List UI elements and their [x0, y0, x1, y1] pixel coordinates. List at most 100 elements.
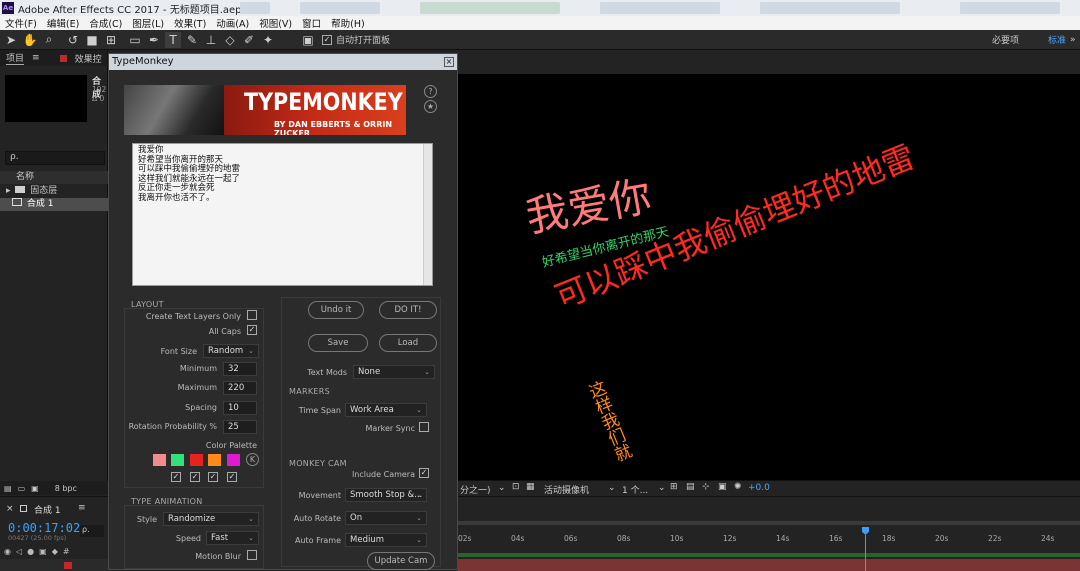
menu-effect[interactable]: 效果(T) — [169, 16, 211, 30]
fast-preview-icon[interactable]: ⊞ — [670, 482, 678, 492]
workspace-more[interactable]: » — [1070, 35, 1076, 45]
include-camera-checkbox[interactable]: ✓ — [419, 468, 429, 478]
new-folder-icon[interactable]: ▭ — [18, 484, 26, 493]
color-swatch-2[interactable] — [171, 454, 184, 466]
auto-frame-select[interactable]: Medium ⌄ — [345, 533, 427, 547]
timeline-tab[interactable]: 合成 1 — [34, 503, 61, 516]
tab-effects[interactable]: 效果控 — [75, 52, 102, 65]
minimum-input[interactable]: 32 — [223, 362, 257, 376]
color-check-3[interactable]: ✓ — [208, 472, 218, 482]
flowchart-icon[interactable]: ⊹ — [702, 482, 710, 492]
color-check-2[interactable]: ✓ — [190, 472, 200, 482]
menu-window[interactable]: 窗口 — [297, 16, 326, 30]
create-text-layers-checkbox[interactable] — [247, 310, 257, 320]
all-caps-checkbox[interactable]: ✓ — [247, 325, 257, 335]
movement-select[interactable]: Smooth Stop &... ⌄ — [345, 488, 427, 502]
type-tool-icon[interactable]: T — [165, 31, 181, 48]
transparency-grid-icon[interactable]: ▦ — [526, 482, 535, 492]
expand-arrow-icon[interactable]: ▸ — [6, 186, 11, 196]
workspace-standard[interactable]: 标准 — [1048, 33, 1066, 46]
resolution-select[interactable]: 分之一) — [460, 483, 491, 496]
eye-icon[interactable]: ◉ — [4, 547, 11, 556]
auto-open-panel-checkbox[interactable]: ✓ — [322, 34, 332, 45]
rotate-tool-icon[interactable]: ↺ — [65, 32, 81, 48]
font-size-select[interactable]: Random ⌄ — [203, 344, 259, 358]
style-select[interactable]: Randomize ⌄ — [163, 512, 259, 526]
exposure-value[interactable]: +0.0 — [748, 483, 770, 493]
text-mods-select[interactable]: None ⌄ — [353, 365, 435, 379]
pan-behind-tool-icon[interactable]: ⊞ — [103, 32, 119, 48]
playhead-icon[interactable] — [862, 527, 869, 535]
brush-tool-icon[interactable]: ✎ — [184, 32, 200, 48]
maximum-input[interactable]: 220 — [223, 381, 257, 395]
timecode[interactable]: 0:00:17:02 — [8, 521, 80, 535]
color-swatch-5[interactable] — [227, 454, 240, 466]
roto-brush-tool-icon[interactable]: ✐ — [241, 32, 257, 48]
label-icon[interactable]: ◆ — [52, 547, 58, 556]
new-comp-icon[interactable]: ▣ — [31, 484, 39, 493]
close-icon[interactable]: × — [444, 57, 454, 67]
color-swatch-4[interactable] — [208, 454, 221, 466]
tab-project[interactable]: 项目 — [6, 51, 25, 65]
interpret-footage-icon[interactable]: ▤ — [4, 484, 12, 493]
project-search-input[interactable]: ρ. — [5, 151, 105, 165]
solo-icon[interactable]: ● — [27, 547, 34, 556]
menu-edit[interactable]: 编辑(E) — [42, 16, 84, 30]
timeline-close-icon[interactable]: × — [6, 504, 14, 514]
menu-composition[interactable]: 合成(C) — [84, 16, 127, 30]
chevron-down-icon[interactable]: ⌄ — [608, 483, 616, 493]
panel-toggle-icon[interactable]: ▣ — [300, 32, 316, 48]
rotation-probability-input[interactable]: 25 — [223, 420, 257, 434]
update-cam-button[interactable]: Update Cam — [367, 552, 435, 570]
layer-row[interactable] — [0, 559, 108, 571]
name-column-header[interactable]: 名称 — [0, 171, 108, 184]
bpc-label[interactable]: 8 bpc — [55, 484, 77, 493]
clone-stamp-tool-icon[interactable]: ⊥ — [203, 32, 219, 48]
project-tab-menu[interactable]: ≡ — [32, 53, 40, 63]
pen-tool-icon[interactable]: ✒ — [146, 32, 162, 48]
project-item-solids-folder[interactable]: ▸ 固态层 — [0, 185, 108, 198]
color-swatch-3[interactable] — [190, 454, 203, 466]
scrollbar[interactable] — [423, 144, 432, 285]
load-button[interactable]: Load — [379, 334, 437, 352]
menu-file[interactable]: 文件(F) — [0, 16, 42, 30]
zoom-tool-icon[interactable]: ⌕ — [41, 32, 57, 48]
region-of-interest-icon[interactable]: ⊡ — [512, 482, 520, 492]
menu-help[interactable]: 帮助(H) — [326, 16, 370, 30]
marker-sync-checkbox[interactable] — [419, 422, 429, 432]
workspace-required[interactable]: 必要项 — [992, 33, 1019, 46]
exposure-reset-icon[interactable]: ✺ — [734, 482, 742, 492]
color-swatch-1[interactable] — [153, 454, 166, 466]
chevron-down-icon[interactable]: ⌄ — [658, 483, 666, 493]
star-icon[interactable]: ★ — [424, 100, 437, 113]
selection-tool-icon[interactable]: ➤ — [3, 32, 19, 48]
timeline-tab-menu[interactable]: ≡ — [78, 503, 86, 513]
layer-duration-bar[interactable] — [458, 553, 1080, 557]
time-span-select[interactable]: Work Area ⌄ — [345, 403, 427, 417]
color-check-1[interactable]: ✓ — [171, 472, 181, 482]
do-it-button[interactable]: DO IT! — [379, 301, 437, 319]
views-select[interactable]: 1 个... — [622, 483, 648, 496]
camera-select[interactable]: 活动摄像机 — [544, 483, 589, 496]
timeline-search-icon[interactable]: ρ. — [80, 525, 104, 537]
auto-rotate-select[interactable]: On ⌄ — [345, 511, 427, 525]
work-area-bar[interactable] — [458, 521, 1080, 525]
eraser-tool-icon[interactable]: ◇ — [222, 32, 238, 48]
save-button[interactable]: Save — [308, 334, 368, 352]
hand-tool-icon[interactable]: ✋ — [22, 32, 38, 48]
rectangle-tool-icon[interactable]: ▭ — [127, 32, 143, 48]
audio-icon[interactable]: ◁ — [16, 547, 22, 556]
menu-layer[interactable]: 图层(L) — [127, 16, 169, 30]
lock-icon[interactable]: ▣ — [39, 547, 47, 556]
camera-tool-icon[interactable]: ■ — [84, 32, 100, 48]
help-icon[interactable]: ? — [424, 85, 437, 98]
kuler-icon[interactable]: K — [246, 453, 259, 466]
color-check-4[interactable]: ✓ — [227, 472, 237, 482]
chevron-down-icon[interactable]: ⌄ — [498, 483, 506, 493]
spacing-input[interactable]: 10 — [223, 401, 257, 415]
motion-blur-checkbox[interactable] — [247, 550, 257, 560]
undo-button[interactable]: Undo it — [308, 301, 364, 319]
text-input[interactable]: 我爱你 好希望当你离开的那天 可以踩中我偷偷埋好的地雷 这样我们就能永远在一起了… — [132, 143, 433, 286]
menu-animation[interactable]: 动画(A) — [211, 16, 254, 30]
puppet-pin-tool-icon[interactable]: ✦ — [260, 32, 276, 48]
